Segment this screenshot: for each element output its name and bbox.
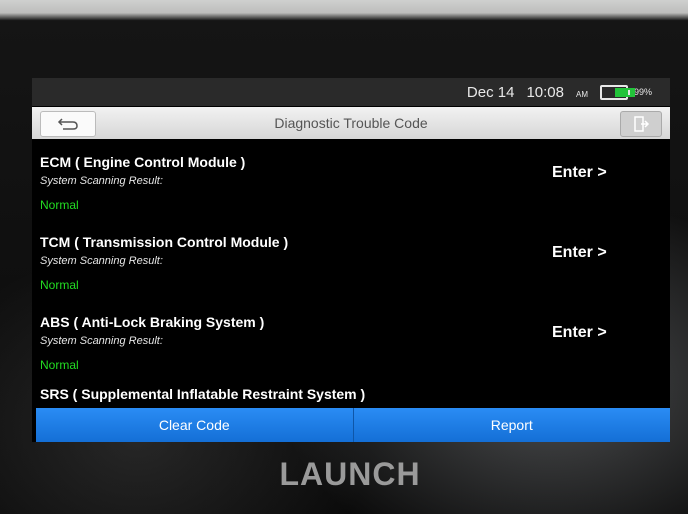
module-status: Normal bbox=[40, 198, 79, 212]
list-item: ECM ( Engine Control Module ) System Sca… bbox=[32, 140, 670, 220]
status-time-value: 10:08 bbox=[526, 83, 564, 101]
back-button[interactable] bbox=[40, 111, 96, 137]
module-status: Normal bbox=[40, 278, 79, 292]
device-screen: Dec 14 10:08 AM 99% Diagnostic Trouble C… bbox=[32, 78, 670, 442]
module-title-partial[interactable]: SRS ( Supplemental Inflatable Restraint … bbox=[40, 386, 365, 402]
module-title: TCM ( Transmission Control Module ) bbox=[40, 234, 289, 250]
enter-abs-button[interactable]: Enter > bbox=[552, 324, 607, 342]
report-button[interactable]: Report bbox=[352, 408, 670, 442]
module-list: ECM ( Engine Control Module ) System Sca… bbox=[32, 140, 670, 402]
enter-ecm-button[interactable]: Enter > bbox=[552, 164, 607, 182]
module-subtitle: System Scanning Result: bbox=[40, 175, 163, 187]
list-item: TCM ( Transmission Control Module ) Syst… bbox=[32, 220, 670, 300]
title-bar: Diagnostic Trouble Code bbox=[32, 107, 670, 139]
bottom-action-bar: Clear Code Report bbox=[36, 408, 670, 442]
enter-tcm-button[interactable]: Enter > bbox=[552, 244, 607, 262]
battery-fill bbox=[614, 87, 635, 97]
status-time: 10:08 AM bbox=[526, 84, 588, 101]
clear-code-button[interactable]: Clear Code bbox=[36, 408, 353, 442]
module-subtitle: System Scanning Result: bbox=[40, 335, 163, 347]
status-date: Dec 14 bbox=[466, 83, 515, 101]
page-title: Diagnostic Trouble Code bbox=[274, 115, 428, 131]
battery-percent: 99% bbox=[633, 87, 652, 97]
brand-logo-text: LAUNCH bbox=[279, 456, 421, 492]
module-title: ABS ( Anti-Lock Braking System ) bbox=[40, 314, 265, 330]
list-item: ABS ( Anti-Lock Braking System ) System … bbox=[32, 300, 670, 380]
back-arrow-icon bbox=[57, 118, 78, 130]
status-bar: Dec 14 10:08 AM 99% bbox=[32, 78, 670, 106]
battery-icon bbox=[599, 84, 635, 100]
module-subtitle: System Scanning Result: bbox=[40, 255, 163, 267]
module-title: ECM ( Engine Control Module ) bbox=[40, 154, 246, 170]
module-status: Normal bbox=[40, 358, 79, 372]
status-ampm: AM bbox=[575, 89, 588, 99]
exit-door-icon bbox=[634, 116, 650, 132]
exit-button[interactable] bbox=[620, 111, 662, 137]
